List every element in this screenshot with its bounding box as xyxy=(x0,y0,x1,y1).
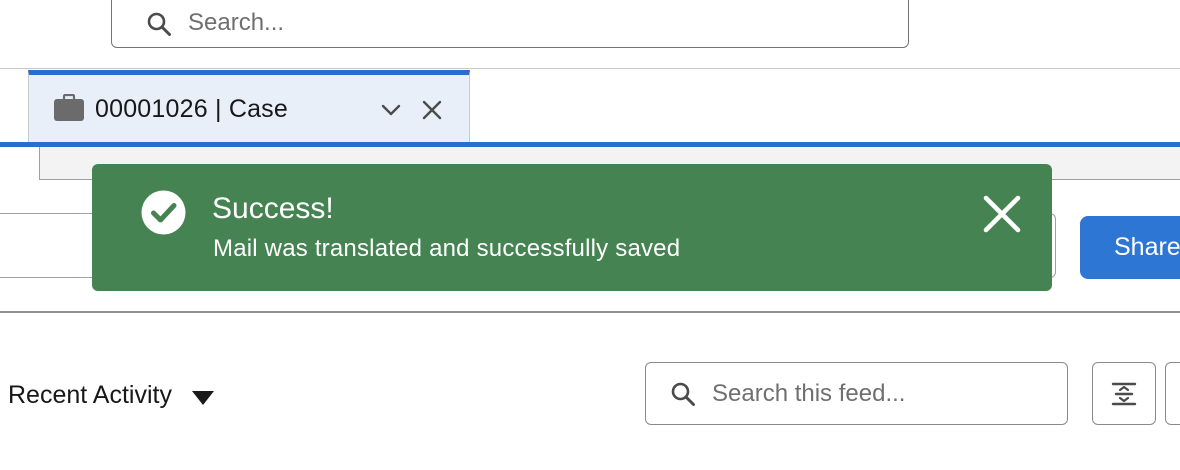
toast-message: Mail was translated and successfully sav… xyxy=(213,235,681,262)
feed-filter-label: Recent Activity xyxy=(8,381,172,409)
search-icon xyxy=(671,382,695,406)
expand-all-button[interactable] xyxy=(1092,362,1156,425)
content-divider xyxy=(0,311,1180,313)
caret-down-icon xyxy=(191,390,214,405)
feed-search-input[interactable] xyxy=(712,379,1042,408)
global-search-input[interactable] xyxy=(188,9,788,37)
feed-filter-dropdown[interactable]: Recent Activity xyxy=(8,381,214,410)
briefcase-icon xyxy=(54,94,84,121)
close-tab-icon[interactable] xyxy=(421,99,443,121)
check-circle-icon xyxy=(141,190,186,235)
toast-title: Success! xyxy=(212,192,334,225)
close-icon[interactable] xyxy=(983,195,1021,233)
expand-icon xyxy=(1111,382,1137,406)
share-button[interactable]: Share xyxy=(1080,216,1180,279)
chevron-down-icon[interactable] xyxy=(378,97,404,123)
success-toast: Success! Mail was translated and success… xyxy=(92,164,1052,291)
tab-case-00001026[interactable]: 00001026 | Case xyxy=(28,70,470,143)
feed-more-button[interactable] xyxy=(1165,362,1180,425)
feed-search-box[interactable] xyxy=(645,362,1068,425)
search-icon xyxy=(147,12,171,36)
global-search-box[interactable] xyxy=(111,0,909,48)
tab-label: 00001026 | Case xyxy=(95,95,288,123)
header-divider xyxy=(0,68,1180,69)
